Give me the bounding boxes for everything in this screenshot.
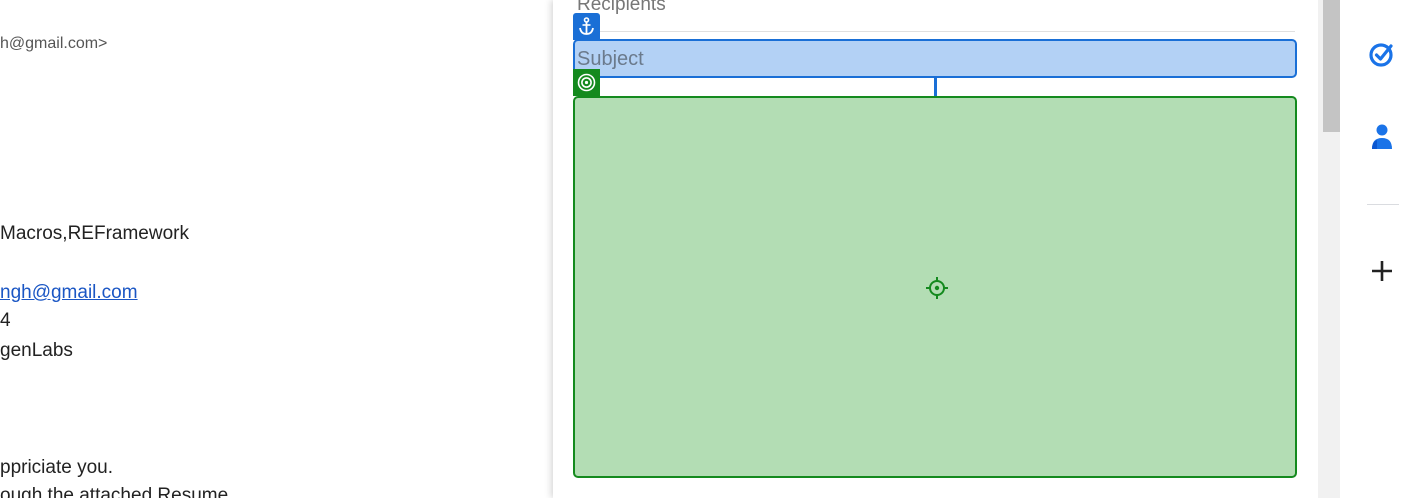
email-reading-pane: h@gmail.com> Macros,REFramework ngh@gmai… [0, 0, 553, 498]
compose-window: Recipients Subject [553, 0, 1318, 498]
contacts-icon[interactable] [1365, 120, 1399, 154]
side-panel-divider [1367, 204, 1399, 205]
side-panel [1340, 0, 1424, 498]
recipients-divider [575, 31, 1295, 32]
email-body-number: 4 [0, 310, 11, 331]
target-icon [573, 69, 600, 96]
email-body-skills: Macros,REFramework [0, 223, 189, 244]
email-body-resume: ough the attached Resume [0, 485, 229, 498]
email-body-link[interactable]: ngh@gmail.com [0, 282, 138, 304]
message-body-field[interactable] [573, 96, 1297, 478]
add-icon[interactable] [1365, 254, 1399, 288]
email-body-appreciation: ppriciate you. [0, 457, 114, 478]
sender-email: h@gmail.com> [0, 35, 108, 52]
compose-scrollbar[interactable] [1318, 0, 1340, 498]
subject-body-connector [934, 76, 937, 96]
subject-placeholder: Subject [577, 48, 644, 70]
subject-field[interactable]: Subject [573, 39, 1297, 78]
scrollbar-thumb[interactable] [1323, 0, 1340, 132]
email-body-company: genLabs [0, 340, 73, 361]
tasks-icon[interactable] [1365, 37, 1399, 71]
crosshair-icon [926, 277, 948, 299]
anchor-icon [573, 13, 600, 40]
